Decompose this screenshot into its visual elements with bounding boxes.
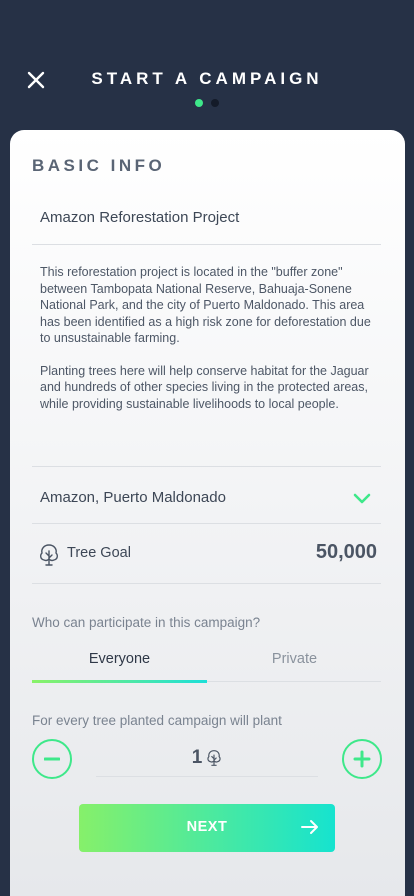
next-button[interactable]: NEXT [79,804,335,852]
tree-icon [38,543,60,572]
decrement-button[interactable] [32,739,72,779]
tree-goal-field[interactable]: Tree Goal 50,000 [32,524,381,584]
plant-ratio-label: For every tree planted campaign will pla… [32,713,282,728]
tree-goal-label: Tree Goal [67,545,131,561]
minus-icon[interactable] [44,757,60,761]
arrow-right-icon [301,820,318,834]
step-indicator [0,99,414,107]
tab-private[interactable]: Private [207,636,382,682]
campaign-name-field[interactable]: Amazon Reforestation Project [32,196,381,245]
campaign-name-value: Amazon Reforestation Project [40,209,240,226]
page-title: START A CAMPAIGN [91,69,323,88]
description-field[interactable]: This reforestation project is located in… [32,245,381,467]
next-button-label: NEXT [186,819,228,835]
step-dot-1 [195,99,203,107]
chevron-down-icon[interactable] [353,493,371,504]
section-title: BASIC INFO [32,156,166,175]
plant-ratio-value: 1 [191,746,203,768]
plant-ratio-field[interactable]: 1 [96,739,318,777]
tab-everyone[interactable]: Everyone [32,636,207,682]
description-paragraph-1: This reforestation project is located in… [40,265,371,345]
step-dot-2 [211,99,219,107]
tab-selected-indicator [32,680,207,683]
participation-tabs: Everyone Private [32,636,382,683]
increment-button[interactable] [342,739,382,779]
location-value: Amazon, Puerto Maldonado [40,489,226,506]
tree-icon [207,749,221,766]
plus-icon[interactable] [353,750,371,768]
tree-goal-value[interactable]: 50,000 [316,541,377,564]
description-paragraph-2: Planting trees here will help conserve h… [40,363,369,411]
location-select[interactable]: Amazon, Puerto Maldonado [32,467,381,524]
campaign-form-card: BASIC INFO Amazon Reforestation Project … [10,130,405,896]
top-bar: START A CAMPAIGN [0,0,414,130]
participation-question: Who can participate in this campaign? [32,615,261,630]
description-text: This reforestation project is located in… [40,264,376,412]
